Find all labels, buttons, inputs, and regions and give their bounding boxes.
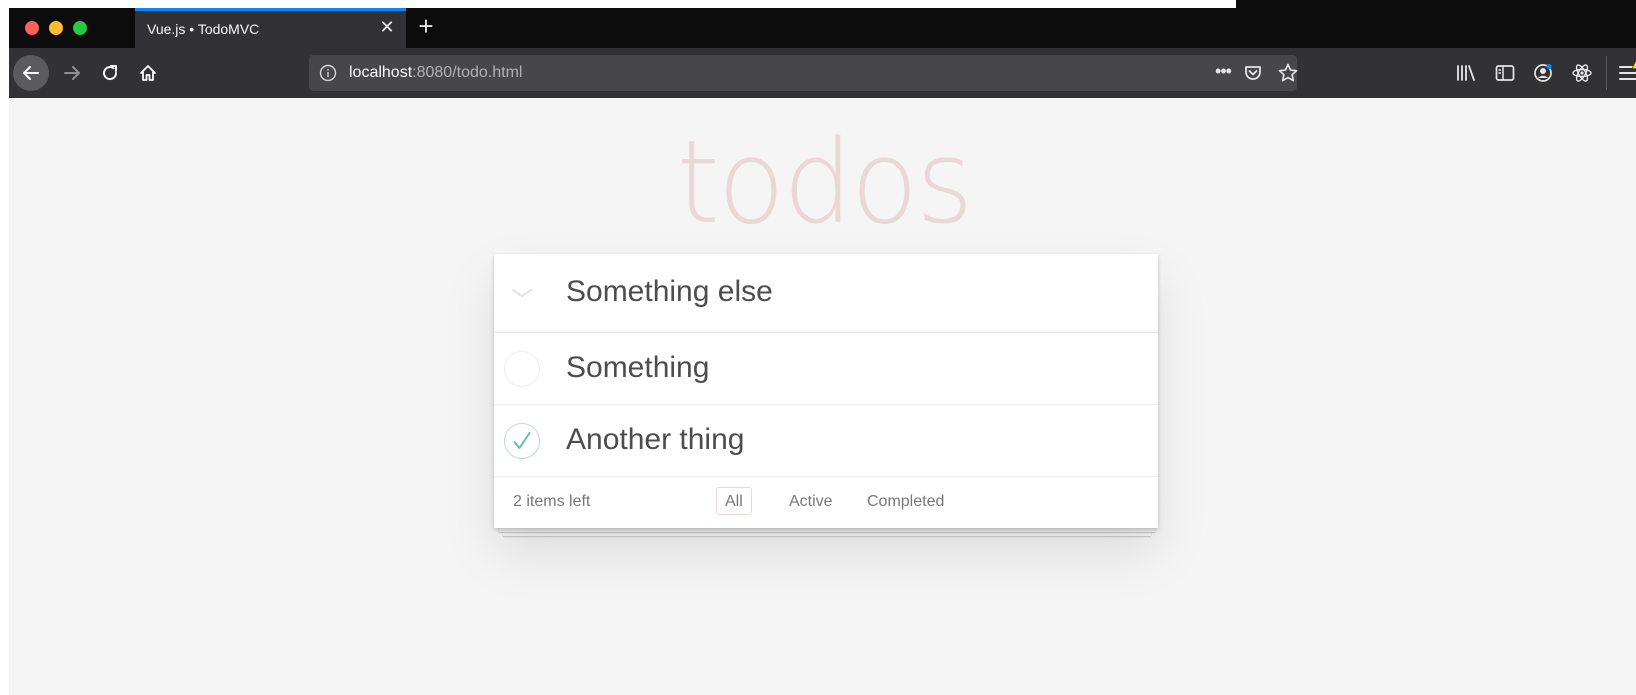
reload-icon	[103, 65, 118, 81]
minimize-window-button[interactable]	[49, 21, 63, 35]
zoom-window-button[interactable]	[73, 21, 87, 35]
new-todo-row	[494, 254, 1158, 333]
chevron-down-icon	[511, 288, 533, 298]
account-icon[interactable]	[1531, 61, 1555, 85]
tab-close-icon[interactable]: ✕	[376, 16, 398, 38]
app-title-text: todos	[676, 114, 974, 250]
todo-toggle-checkbox[interactable]	[504, 351, 540, 387]
new-todo-input[interactable]	[558, 269, 1154, 315]
tab-todomvc[interactable]: Vue.js • TodoMVC ✕	[135, 8, 406, 48]
todo-label[interactable]: Something	[566, 351, 709, 385]
bookmark-star-icon[interactable]	[1277, 62, 1299, 84]
desktop-edge	[0, 0, 9, 695]
sidebar-icon[interactable]	[1493, 61, 1517, 85]
close-window-button[interactable]	[25, 21, 39, 35]
screen: Vue.js • TodoMVC ✕ + localhost:8080/todo…	[0, 0, 1636, 695]
pocket-icon[interactable]	[1243, 63, 1263, 83]
forward-icon	[64, 66, 80, 80]
todo-item[interactable]: Another thing	[494, 405, 1158, 477]
url-text[interactable]: localhost:8080/todo.html	[349, 64, 522, 82]
library-icon[interactable]	[1454, 61, 1478, 85]
checkmark-icon	[513, 432, 531, 449]
toggle-all-button[interactable]	[508, 280, 536, 306]
toolbar-separator	[1606, 56, 1607, 90]
filter-active-link[interactable]: Active	[780, 487, 842, 515]
app-title: todos	[9, 114, 1636, 250]
filter-completed-link[interactable]: Completed	[858, 487, 953, 515]
todo-footer: 2 items left All Active Completed	[494, 477, 1158, 528]
reload-button[interactable]	[95, 58, 125, 88]
todo-item[interactable]: Something	[494, 333, 1158, 405]
nav-toolbar: localhost:8080/todo.html •••	[9, 48, 1636, 98]
todo-toggle-checkbox[interactable]	[504, 423, 540, 459]
url-path: :8080/todo.html	[412, 64, 523, 81]
todo-label[interactable]: Another thing	[566, 423, 744, 457]
new-tab-button[interactable]: +	[414, 13, 438, 39]
desktop-top	[9, 0, 1236, 8]
page-actions-icon[interactable]: •••	[1211, 62, 1235, 83]
todo-app: Something Another thing 2 items left All…	[494, 254, 1158, 528]
warning-icon	[1631, 60, 1636, 69]
url-host: localhost	[349, 64, 413, 81]
site-info-icon[interactable]	[319, 64, 337, 82]
tab-title: Vue.js • TodoMVC	[147, 21, 260, 37]
items-left-count: 2 items left	[513, 493, 591, 510]
url-bar[interactable]: localhost:8080/todo.html •••	[309, 55, 1299, 91]
page-viewport: todos Something else Something Another t…	[9, 98, 1636, 695]
filter-all-link[interactable]: All	[716, 487, 752, 515]
back-button[interactable]	[13, 55, 49, 91]
forward-button[interactable]	[57, 58, 87, 88]
react-devtools-icon[interactable]	[1570, 61, 1594, 85]
tab-accent	[135, 8, 406, 11]
home-button[interactable]	[133, 58, 163, 88]
back-icon	[23, 66, 39, 80]
home-icon	[140, 65, 156, 81]
